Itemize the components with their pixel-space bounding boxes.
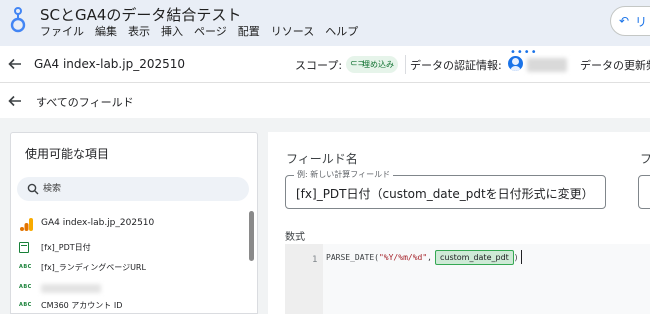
menu-resource[interactable]: リソース	[271, 25, 314, 39]
scope-value: 埋め込み	[362, 60, 394, 69]
reset-button[interactable]: ↶ リ	[610, 6, 650, 36]
field-label: CM360 アカウント ID	[41, 301, 123, 310]
field-name-heading: フィールド名	[286, 152, 358, 166]
formula-comma: ,	[427, 252, 432, 262]
field-name-placeholder: 例: 新しい計算フィールド	[294, 170, 394, 180]
datasource-bar: GA4 index-lab.jp_202510 スコープ: ⊂⊃ 埋め込み デー…	[0, 46, 650, 83]
report-title[interactable]: SCとGA4のデータ結合テスト	[40, 4, 241, 25]
search-input[interactable]	[43, 181, 233, 197]
formula-function: PARSE_DATE(	[326, 252, 379, 262]
available-fields-panel: 使用可能な項目 GA4 index-lab.jp_202510 [fx]_PDT…	[10, 132, 258, 314]
formula-editor[interactable]: 1 PARSE_DATE( "%Y/%m/%d" , custom_date_p…	[285, 244, 650, 314]
undo-icon: ↶	[619, 14, 630, 28]
redacted-field-label	[41, 284, 101, 293]
scrollbar-thumb[interactable]	[249, 211, 254, 261]
formula-close-paren: )	[513, 252, 519, 262]
field-search[interactable]	[17, 177, 249, 201]
datasource-label: GA4 index-lab.jp_202510	[41, 218, 155, 228]
datasource-name: GA4 index-lab.jp_202510	[34, 57, 185, 71]
menu-arrange[interactable]: 配置	[238, 25, 260, 39]
credentials-label: データの認証情報:	[410, 59, 502, 72]
redacted-credential-owner	[527, 58, 567, 72]
menu-help[interactable]: ヘルプ	[325, 25, 358, 39]
text-type-icon: ABC	[19, 264, 32, 270]
text-type-icon: ABC	[19, 302, 32, 308]
search-icon	[27, 183, 39, 195]
link-icon: ⊂⊃	[350, 59, 366, 69]
second-heading: フ	[640, 152, 650, 166]
menu-insert[interactable]: 挿入	[161, 25, 183, 39]
field-name-input[interactable]: 例: 新しい計算フィールド [fx]_PDT日付（custom_date_pdt…	[285, 170, 606, 209]
divider	[405, 55, 406, 74]
formula-line[interactable]: PARSE_DATE( "%Y/%m/%d" , custom_date_pdt…	[326, 248, 522, 266]
formula-format-string: "%Y/%m/%d"	[378, 252, 428, 262]
formula-heading: 数式	[285, 232, 305, 243]
text-type-icon: ABC	[19, 284, 32, 290]
scope-chip[interactable]: ⊂⊃ 埋め込み	[346, 56, 398, 73]
menu-bar: ファイル 編集 表示 挿入 ページ 配置 リソース ヘルプ	[40, 25, 358, 39]
looker-studio-logo-icon[interactable]	[8, 6, 28, 36]
menu-edit[interactable]: 編集	[95, 25, 117, 39]
field-label: [fx]_ランディングページURL	[41, 263, 146, 272]
avatar[interactable]	[508, 56, 523, 71]
back-arrow-icon[interactable]	[6, 92, 24, 110]
calculated-field-editor: フィールド名 フ 例: 新しい計算フィールド [fx]_PDT日付（custom…	[268, 132, 650, 314]
refresh-frequency-label[interactable]: データの更新頻	[580, 57, 650, 73]
menu-page[interactable]: ページ	[194, 25, 227, 39]
secondary-input[interactable]	[638, 175, 650, 209]
fields-header: すべてのフィールド	[0, 84, 650, 118]
formula-field-chip[interactable]: custom_date_pdt	[434, 249, 514, 265]
app-header: SCとGA4のデータ結合テスト ファイル 編集 表示 挿入 ページ 配置 リソー…	[0, 0, 650, 46]
field-label: [fx]_PDT日付	[41, 243, 91, 252]
panel-title: 使用可能な項目	[25, 147, 110, 161]
reset-button-label: リ	[635, 15, 648, 29]
scope-label: スコープ:	[295, 59, 343, 72]
all-fields-title[interactable]: すべてのフィールド	[36, 94, 134, 110]
text-cursor	[520, 250, 522, 264]
back-arrow-icon[interactable]	[6, 55, 24, 73]
google-analytics-icon	[20, 218, 33, 231]
scrollbar[interactable]	[247, 211, 255, 314]
calendar-icon	[19, 242, 29, 253]
menu-view[interactable]: 表示	[128, 25, 150, 39]
line-number: 1	[312, 255, 318, 265]
menu-file[interactable]: ファイル	[40, 25, 84, 39]
field-name-value[interactable]: [fx]_PDT日付（custom_date_pdtを日付形式に変更）	[296, 185, 594, 202]
